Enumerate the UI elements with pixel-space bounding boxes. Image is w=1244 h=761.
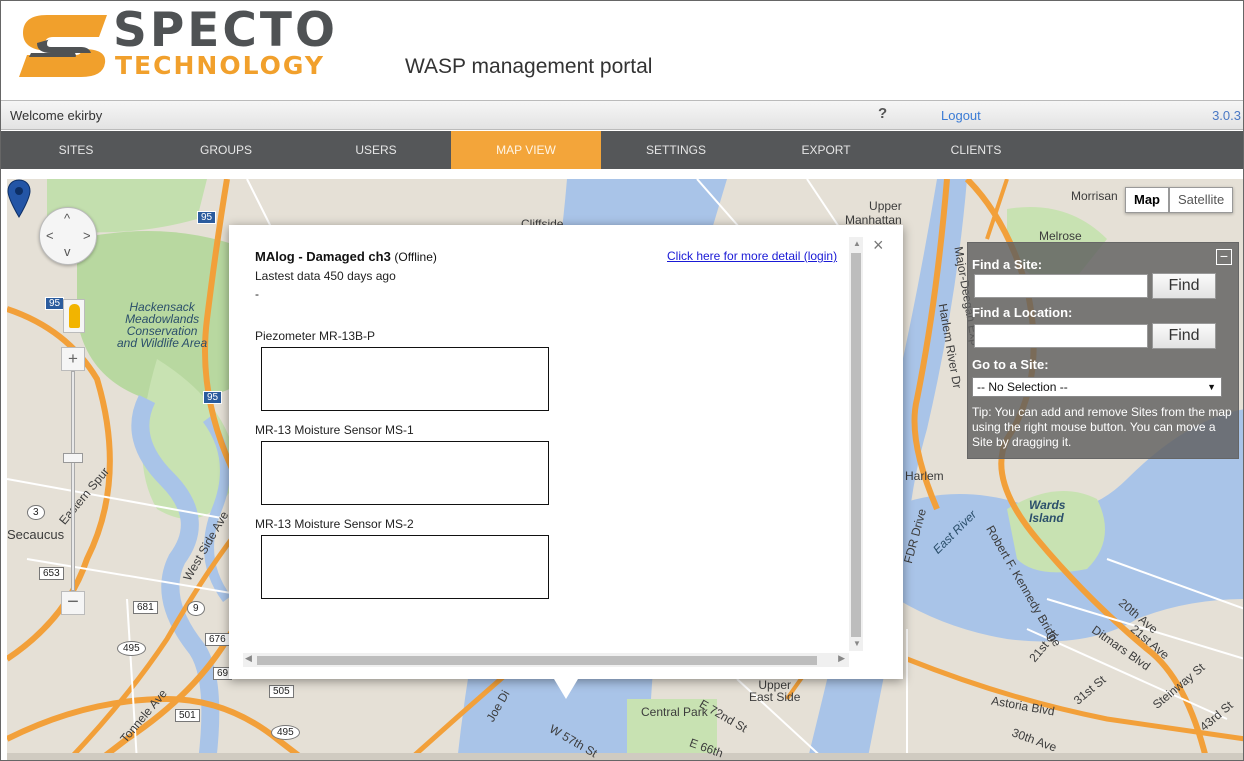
sensor-chart-box: [261, 441, 549, 505]
specto-logo-icon: [19, 15, 107, 77]
route-shield: 501: [175, 709, 200, 722]
route-shield: 495: [117, 641, 146, 656]
map-label-morrisania: Morrisan: [1071, 189, 1118, 203]
header: SPECTO TECHNOLOGY WASP management portal: [1, 1, 1243, 99]
zoom-in-button[interactable]: +: [61, 347, 85, 371]
route-shield: 505: [269, 685, 294, 698]
map-label-harlem: Harlem: [905, 469, 944, 483]
zoom-out-button[interactable]: −: [61, 591, 85, 615]
tab-export[interactable]: EXPORT: [751, 131, 901, 169]
zoom-slider-thumb[interactable]: [63, 453, 83, 463]
map-label-secaucus: Secaucus: [7, 527, 65, 542]
pan-up-icon[interactable]: ^: [64, 211, 70, 226]
street-view-pegman-icon[interactable]: [63, 299, 85, 333]
collapse-icon[interactable]: −: [1216, 249, 1232, 265]
sensor-label: MR-13 Moisture Sensor MS-2: [255, 517, 414, 531]
welcome-bar: Welcome ekirby ? Logout 3.0.3: [1, 100, 1243, 130]
page-title: WASP management portal: [405, 55, 653, 78]
info-window-tail: [554, 679, 578, 699]
map-label-upper-manhattan: Upper Manhattan: [845, 199, 902, 227]
welcome-text: Welcome ekirby: [10, 108, 103, 123]
find-location-label: Find a Location:: [972, 305, 1073, 320]
site-name: MAlog - Damaged ch3: [255, 249, 391, 264]
horizontal-scroll-thumb[interactable]: [257, 656, 817, 665]
route-shield: 3: [27, 505, 45, 520]
tab-groups[interactable]: GROUPS: [151, 131, 301, 169]
map-marker-icon[interactable]: [7, 179, 31, 219]
sensor-label: MR-13 Moisture Sensor MS-1: [255, 423, 414, 437]
sensor-chart-box: [261, 535, 549, 599]
tab-settings[interactable]: SETTINGS: [601, 131, 751, 169]
map-type-map-button[interactable]: Map: [1125, 187, 1169, 213]
map-label-wards-island: Wards Island: [1029, 498, 1066, 525]
pan-left-icon[interactable]: <: [46, 228, 54, 243]
close-icon[interactable]: ×: [873, 235, 884, 256]
route-shield: 9: [187, 601, 205, 616]
pan-right-icon[interactable]: >: [83, 228, 91, 243]
find-location-input[interactable]: [974, 324, 1148, 348]
goto-site-select[interactable]: -- No Selection -- ▼: [972, 377, 1222, 397]
site-status: (Offline): [394, 250, 437, 264]
map-type-control: Map Satellite: [1125, 187, 1234, 213]
info-dash: -: [255, 287, 259, 301]
logout-link[interactable]: Logout: [941, 108, 981, 123]
pan-control[interactable]: ^ < > v: [39, 207, 97, 265]
page: SPECTO TECHNOLOGY WASP management portal…: [0, 0, 1244, 761]
zoom-slider-track[interactable]: [71, 371, 75, 591]
tab-clients[interactable]: CLIENTS: [901, 131, 1051, 169]
help-icon[interactable]: ?: [878, 105, 887, 122]
vertical-scroll-thumb[interactable]: [851, 253, 861, 637]
route-shield: 676: [205, 633, 230, 646]
site-info-window: × MAlog - Damaged ch3 (Offline) Lastest …: [229, 225, 903, 679]
goto-site-label: Go to a Site:: [972, 357, 1049, 372]
map-label-melrose: Melrose: [1039, 229, 1082, 243]
tab-users[interactable]: USERS: [301, 131, 451, 169]
route-shield: 681: [133, 601, 158, 614]
sensor-chart-box: [261, 347, 549, 411]
scroll-up-icon[interactable]: ▲: [853, 239, 861, 248]
find-panel: − Find a Site: Find Find a Location: Fin…: [967, 242, 1239, 459]
version-label: 3.0.3: [1212, 108, 1241, 123]
goto-site-selected: -- No Selection --: [977, 380, 1068, 394]
find-site-input[interactable]: [974, 274, 1148, 298]
route-shield: 653: [39, 567, 64, 580]
map-label-upper-east-side: Upper East Side: [749, 678, 801, 704]
info-title-row: MAlog - Damaged ch3 (Offline): [255, 249, 437, 264]
find-panel-tip: Tip: You can add and remove Sites from t…: [972, 405, 1232, 449]
scroll-right-icon[interactable]: ▶: [838, 653, 845, 664]
scroll-down-icon[interactable]: ▼: [853, 639, 861, 648]
find-site-button[interactable]: Find: [1152, 273, 1216, 299]
route-shield: 95: [197, 211, 217, 224]
main-nav: SITES GROUPS USERS MAP VIEW SETTINGS EXP…: [1, 131, 1243, 169]
pan-down-icon[interactable]: v: [64, 244, 71, 259]
map-canvas[interactable]: Cliffside Upper Manhattan Morrisan Melro…: [7, 179, 1243, 760]
vertical-scrollbar[interactable]: ▲ ▼: [849, 237, 863, 651]
route-shield: 95: [45, 297, 65, 310]
logo-subtitle: TECHNOLOGY: [115, 51, 325, 80]
dropdown-arrow-icon: ▼: [1207, 382, 1216, 392]
horizontal-scrollbar[interactable]: ◀ ▶: [243, 653, 849, 667]
route-shield: 495: [271, 725, 300, 740]
scroll-left-icon[interactable]: ◀: [245, 653, 252, 664]
pegman-figure: [69, 304, 80, 328]
more-detail-link[interactable]: Click here for more detail (login): [667, 249, 847, 263]
map-type-satellite-button[interactable]: Satellite: [1169, 187, 1234, 213]
find-site-label: Find a Site:: [972, 257, 1043, 272]
tab-map-view[interactable]: MAP VIEW: [451, 131, 601, 169]
find-location-button[interactable]: Find: [1152, 323, 1216, 349]
sensor-label: Piezometer MR-13B-P: [255, 329, 376, 343]
route-shield: 95: [203, 391, 223, 404]
tab-sites[interactable]: SITES: [1, 131, 151, 169]
map-label-hackensack: Hackensack Meadowlands Conservation and …: [117, 300, 208, 350]
last-data-text: Lastest data 450 days ago: [255, 269, 396, 283]
